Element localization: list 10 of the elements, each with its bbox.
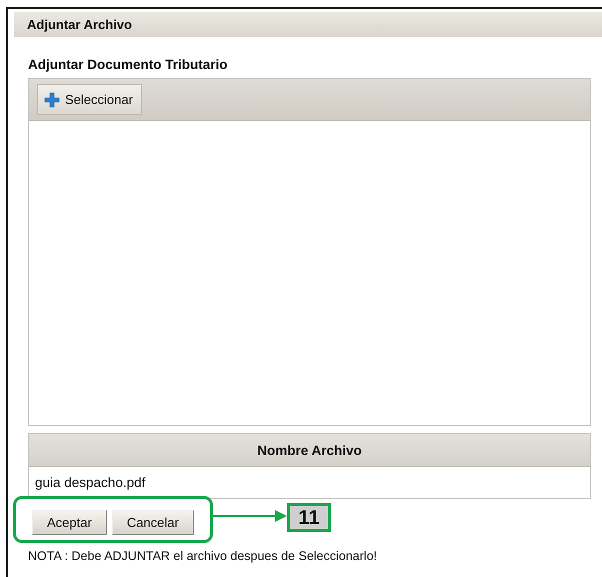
select-button[interactable]: Seleccionar <box>37 84 142 115</box>
cancel-button[interactable]: Cancelar <box>112 510 194 535</box>
plus-icon <box>44 92 60 108</box>
table-cell-text: guia despacho.pdf <box>34 474 146 492</box>
note-text: NOTA : Debe ADJUNTAR el archivo despues de Seleccionarlo! <box>28 549 378 563</box>
column-header: Nombre Archivo <box>29 434 590 467</box>
accept-button[interactable]: Aceptar <box>32 510 107 535</box>
callout-label: 11 <box>287 503 331 532</box>
panel-title: Adjuntar Archivo <box>27 17 132 32</box>
section-title: Adjuntar Documento Tributario <box>28 57 229 72</box>
